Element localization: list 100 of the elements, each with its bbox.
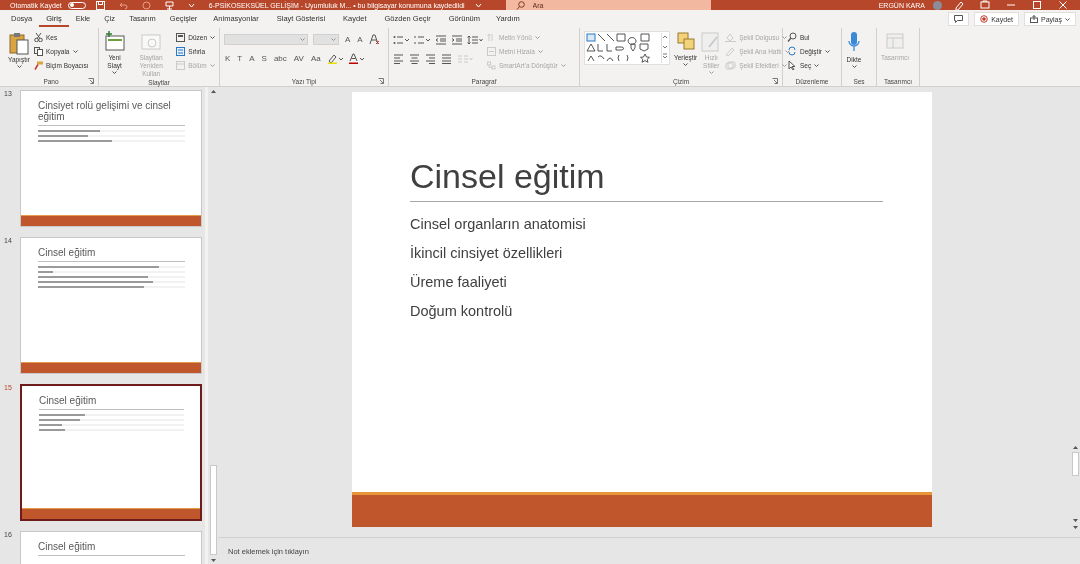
format-button[interactable]: T <box>236 54 244 63</box>
align-right-icon <box>425 53 436 64</box>
styles-icon <box>701 31 722 53</box>
paint-bucket-icon <box>725 32 737 42</box>
format-button[interactable]: A <box>344 35 352 44</box>
slide-title: Cinsel eğitim <box>410 156 606 196</box>
bullet-list-icon <box>393 34 409 45</box>
thumbnail-title: Cinsel eğitim <box>38 247 97 258</box>
increase-indent-icon <box>451 34 462 45</box>
caret-icon <box>683 63 689 66</box>
slide-icon <box>140 31 163 53</box>
ribbon-button[interactable] <box>435 34 446 45</box>
scroll-up-icon <box>209 89 217 94</box>
caret-icon <box>784 49 790 53</box>
thumbnail-title: Cinsel eğitim <box>39 395 98 406</box>
caret-icon <box>534 35 540 39</box>
format-button[interactable]: K <box>224 54 232 63</box>
cursor-icon <box>787 60 797 70</box>
ribbon-button[interactable] <box>425 53 436 64</box>
caret-icon <box>814 63 820 67</box>
ribbon-button[interactable] <box>393 34 409 45</box>
ribbon-button[interactable] <box>451 34 462 45</box>
format-button[interactable]: abc <box>272 54 288 63</box>
format-button[interactable]: S <box>260 54 268 63</box>
scroll-down-icon <box>1071 518 1079 532</box>
clipboard-icon <box>8 31 30 55</box>
replace-icon <box>787 46 797 56</box>
bullet-text: Doğum kontrolü <box>410 302 514 321</box>
numbered-list-icon <box>414 34 430 45</box>
ribbon-button[interactable] <box>368 34 380 45</box>
slide-thumbnail[interactable]: Cinsel eğitim <box>20 531 202 564</box>
caret-icon <box>72 49 78 53</box>
new-slide-icon <box>103 31 126 53</box>
bullet-text: Üreme faaliyeti <box>410 273 508 292</box>
shapes-gallery[interactable] <box>584 31 670 65</box>
layout-icon <box>176 32 186 42</box>
ribbon-button[interactable] <box>414 34 430 45</box>
caret-icon <box>16 65 22 68</box>
format-button[interactable]: A <box>356 35 364 44</box>
slide-thumbnail[interactable]: Cinsel eğitim <box>20 237 202 374</box>
line-spacing-icon <box>467 34 483 45</box>
scroll-thumb[interactable] <box>209 465 217 555</box>
search-icon <box>787 32 797 42</box>
comment-icon <box>954 15 964 23</box>
caret-icon <box>300 38 305 41</box>
presentation-icon <box>164 0 174 10</box>
brush-icon <box>34 60 43 70</box>
section-icon <box>176 60 186 70</box>
caret-icon <box>209 63 215 67</box>
font-color-icon <box>347 53 364 64</box>
bullet-text: İkincil cinsiyet özellikleri <box>410 244 564 263</box>
pencil-icon <box>725 46 737 56</box>
ribbon-button[interactable] <box>347 53 364 64</box>
maximize-icon <box>1032 0 1042 10</box>
text-direction-icon <box>487 32 496 42</box>
effects-icon <box>725 60 737 70</box>
columns-icon <box>457 53 473 64</box>
reset-icon <box>176 46 186 56</box>
scroll-thumb[interactable] <box>1071 452 1079 476</box>
record-icon <box>980 15 989 23</box>
scissors-icon <box>34 32 43 42</box>
align-center-icon <box>409 53 420 64</box>
slide-thumbnail[interactable]: Cinsel eğitim <box>20 384 202 521</box>
undo-icon <box>118 0 128 10</box>
gallery-scroll[interactable] <box>661 33 668 63</box>
ribbon-button[interactable] <box>393 53 404 64</box>
comments-button[interactable] <box>948 12 970 26</box>
scrollbar[interactable] <box>208 87 218 564</box>
smartart-icon <box>487 60 496 70</box>
ribbon-button[interactable] <box>326 53 343 64</box>
ribbon-display-icon <box>980 0 990 10</box>
clear-format-icon <box>368 34 380 45</box>
thumbnail-title: Cinsel eğitim <box>38 541 97 552</box>
format-button[interactable]: A <box>248 54 256 63</box>
share-icon <box>1030 15 1038 23</box>
highlighter-icon <box>326 53 343 64</box>
redo-icon <box>141 0 151 10</box>
dialog-launcher-icon[interactable] <box>88 78 94 84</box>
close-icon <box>1058 0 1068 10</box>
decrease-indent-icon <box>435 34 446 45</box>
caret-icon <box>537 49 543 53</box>
copy-icon <box>34 46 43 56</box>
caret-icon <box>210 35 215 39</box>
slide-thumbnail[interactable]: Cinsiyet rolü gelişimi ve cinsel eğitim <box>20 90 202 227</box>
ribbon-button[interactable] <box>467 34 483 45</box>
caret-icon <box>708 71 714 74</box>
scroll-up-icon <box>1071 445 1079 450</box>
pen-icon <box>954 0 964 10</box>
scroll-arrows-icon <box>662 33 668 61</box>
caret-icon <box>112 71 118 74</box>
search-icon <box>515 0 525 10</box>
format-button[interactable]: Aa <box>309 54 322 63</box>
text-align-icon <box>487 46 496 56</box>
format-button[interactable]: AV <box>292 54 305 63</box>
dialog-launcher-icon[interactable] <box>378 78 384 84</box>
bullet-text: Cinsel organların anatomisi <box>410 215 587 234</box>
ribbon-button[interactable] <box>441 53 452 64</box>
scroll-down-icon <box>209 558 217 563</box>
ribbon-button[interactable] <box>409 53 420 64</box>
dialog-launcher-icon[interactable] <box>772 78 778 84</box>
